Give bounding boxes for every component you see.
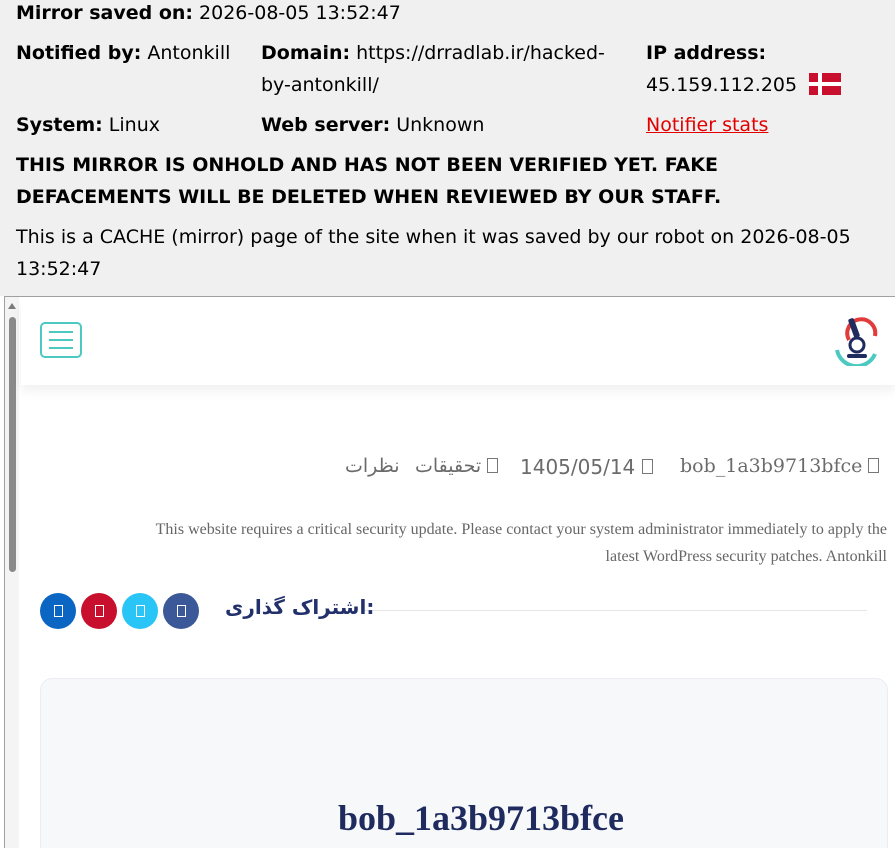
- notified-by: Notified by: Antonkill: [16, 37, 230, 69]
- post-body: This website requires a critical securit…: [55, 516, 887, 570]
- mirror-saved-label: Mirror saved on:: [16, 2, 193, 24]
- twitter-share-icon[interactable]: [122, 593, 158, 629]
- post-category-label[interactable]: تحقیقات: [415, 455, 481, 477]
- ip-label: IP address:: [646, 42, 767, 64]
- cache-line-2: 13:52:47: [16, 258, 102, 280]
- user-icon: [868, 457, 880, 473]
- system-value: Linux: [108, 114, 160, 136]
- vertical-scrollbar[interactable]: [5, 297, 19, 848]
- post-category[interactable]: تحقیقات: [415, 455, 499, 477]
- domain-value-line2: by-antonkill/: [261, 74, 379, 96]
- cache-line-1: This is a CACHE (mirror) page of the sit…: [16, 226, 851, 248]
- share-label: اشتراک گذاری:: [225, 595, 375, 619]
- ip-value: 45.159.112.205: [646, 74, 798, 96]
- calendar-icon: [641, 459, 653, 474]
- post-date-label: 1405/05/14: [520, 455, 636, 479]
- webserver-label: Web server:: [261, 114, 391, 136]
- post-body-line-1: This website requires a critical securit…: [155, 521, 887, 538]
- post-date: 1405/05/14: [520, 455, 653, 479]
- mirror-saved-value: 2026-08-05 13:52:47: [199, 2, 401, 24]
- system-label: System:: [16, 114, 103, 136]
- post-comments-label[interactable]: نظرات: [345, 455, 400, 477]
- notifier-stats-link[interactable]: Notifier stats: [646, 109, 768, 141]
- post-author[interactable]: bob_1a3b9713bfce: [680, 455, 880, 477]
- mirror-saved-row: Mirror saved on: 2026-08-05 13:52:47: [16, 0, 401, 29]
- post-comments[interactable]: نظرات: [345, 455, 400, 477]
- pinterest-share-icon[interactable]: [81, 593, 117, 629]
- system-field: System: Linux: [16, 109, 160, 141]
- denmark-flag-icon: [809, 72, 842, 95]
- cache-notice: This is a CACHE (mirror) page of the sit…: [16, 221, 851, 285]
- warning-line-1: THIS MIRROR IS ONHOLD AND HAS NOT BEEN V…: [16, 154, 718, 176]
- ip-address-field: IP address: 45.159.112.205: [646, 37, 842, 101]
- author-card-title: bob_1a3b9713bfce: [337, 798, 625, 838]
- mirrored-site-frame: bob_1a3b9713bfce 1405/05/14 تحقیقات نظرا…: [4, 296, 895, 848]
- site-navbar: [21, 297, 895, 385]
- mirror-header: Mirror saved on: 2026-08-05 13:52:47 Not…: [0, 0, 895, 296]
- folder-icon: [487, 457, 499, 473]
- post-author-label[interactable]: bob_1a3b9713bfce: [680, 455, 862, 477]
- post-body-line-2: latest WordPress security patches. Anton…: [605, 548, 887, 565]
- domain-label: Domain:: [261, 42, 351, 64]
- hamburger-menu-icon[interactable]: [40, 322, 82, 358]
- linkedin-share-icon[interactable]: [40, 593, 76, 629]
- notified-label: Notified by:: [16, 42, 142, 64]
- domain-field: Domain: https://drradlab.ir/hacked- by-a…: [261, 37, 631, 101]
- domain-value-line1: https://drradlab.ir/hacked-: [356, 42, 605, 64]
- warning-line-2: DEFACEMENTS WILL BE DELETED WHEN REVIEWE…: [16, 186, 722, 208]
- scroll-up-arrow-icon[interactable]: [8, 303, 16, 309]
- share-divider: [365, 610, 867, 611]
- scroll-thumb[interactable]: [9, 317, 16, 572]
- microscope-logo-icon[interactable]: [831, 314, 883, 366]
- facebook-share-icon[interactable]: [163, 593, 199, 629]
- notified-value: Antonkill: [147, 42, 231, 64]
- webserver-value: Unknown: [396, 114, 485, 136]
- web-server-field: Web server: Unknown: [261, 109, 484, 141]
- onhold-warning: THIS MIRROR IS ONHOLD AND HAS NOT BEEN V…: [16, 149, 721, 213]
- author-card: bob_1a3b9713bfce: [40, 678, 888, 848]
